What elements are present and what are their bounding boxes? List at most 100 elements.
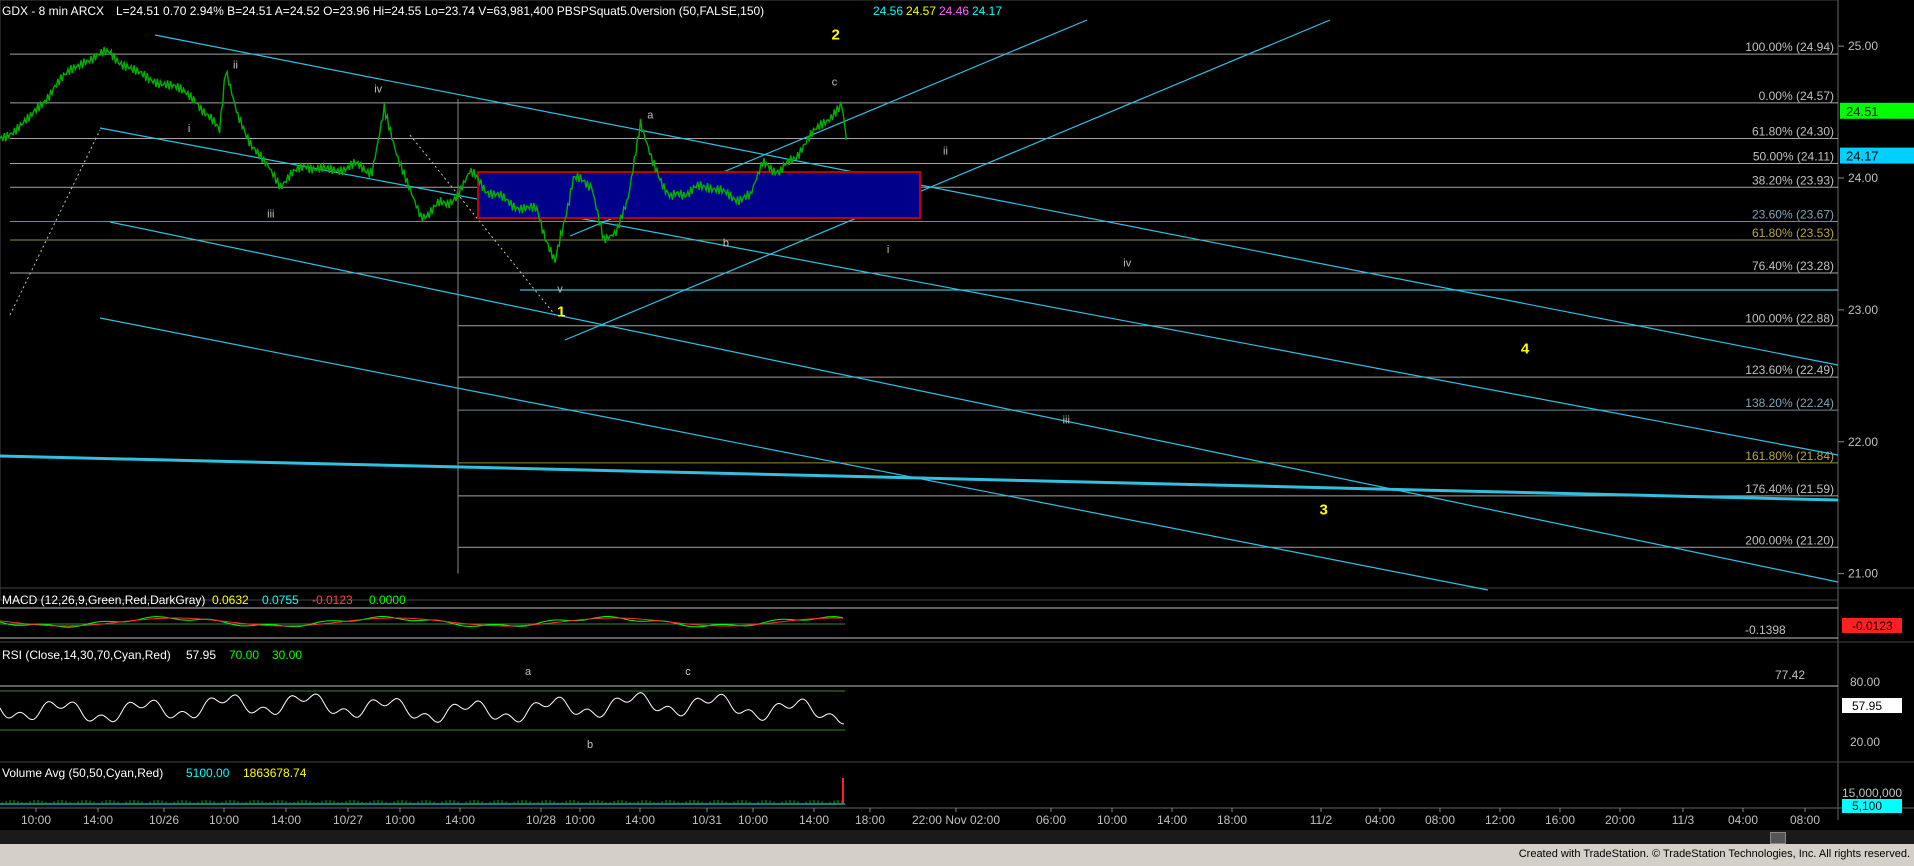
- time-tick: 10/31: [692, 813, 722, 827]
- time-tick: 14:00: [625, 813, 655, 827]
- header-indicator-value: 24.46: [939, 4, 969, 18]
- wave-label: iv: [374, 83, 382, 95]
- price-badge: 24.17: [1846, 149, 1879, 164]
- time-tick: 16:00: [1545, 813, 1575, 827]
- wave-label: i: [887, 244, 889, 256]
- wave-label: 1: [557, 303, 565, 320]
- wave-label: c: [832, 77, 838, 89]
- wave-label: ii: [233, 60, 238, 72]
- header-quote: L=24.51 0.70 2.94% B=24.51 A=24.52 O=23.…: [116, 4, 764, 18]
- rsi-value: 30.00: [272, 648, 302, 662]
- wave-label: v: [557, 284, 563, 296]
- wave-label: iv: [1123, 257, 1131, 269]
- wave-label: 3: [1320, 501, 1328, 518]
- time-scrollbar[interactable]: [0, 830, 1914, 844]
- fib-label: 38.20% (23.93): [1752, 173, 1834, 187]
- macd-badge: -0.0123: [1852, 619, 1893, 633]
- time-tick: 04:00: [1365, 813, 1395, 827]
- header-symbol: GDX - 8 min ARCX: [2, 4, 104, 18]
- fib-label: 61.80% (24.30): [1752, 124, 1834, 138]
- rsi-wave-label: c: [685, 666, 691, 678]
- time-tick: 14:00: [83, 813, 113, 827]
- wave-label: iii: [1063, 414, 1070, 426]
- target-box: [477, 171, 921, 219]
- header-indicator-value: 24.56: [873, 4, 903, 18]
- rsi-label: RSI (Close,14,30,70,Cyan,Red): [2, 648, 171, 662]
- rsi-tick-80: 80.00: [1850, 675, 1880, 689]
- time-tick: 18:00: [855, 813, 885, 827]
- wave-label: 2: [832, 27, 840, 44]
- wave-label: iii: [267, 209, 274, 221]
- time-tick: 14:00: [271, 813, 301, 827]
- macd-value: 0.0000: [369, 593, 406, 607]
- macd-axis-value: -0.1398: [1745, 623, 1786, 637]
- time-tick: 22:00 Nov 02:00: [912, 813, 1000, 827]
- volume-tick: 15,000,000: [1842, 786, 1902, 800]
- time-tick: 10:00: [1097, 813, 1127, 827]
- rsi-badge: 57.95: [1852, 699, 1882, 713]
- wave-label: b: [723, 238, 729, 250]
- rsi-tick-20: 20.00: [1850, 735, 1880, 749]
- wave-label: ii: [943, 145, 948, 157]
- time-tick: 18:00: [1217, 813, 1247, 827]
- wave-label: i: [188, 123, 190, 135]
- rsi-value: 70.00: [229, 648, 259, 662]
- time-tick: 11/2: [1310, 813, 1333, 827]
- rsi-axis-value: 77.42: [1775, 668, 1805, 682]
- fib-label: 0.00% (24.57): [1759, 89, 1834, 103]
- macd-value: -0.0123: [312, 593, 353, 607]
- time-tick: 10/26: [149, 813, 179, 827]
- scroll-thumb[interactable]: [1770, 832, 1786, 844]
- volume-value: 1863678.74: [243, 766, 307, 780]
- macd-label: MACD (12,26,9,Green,Red,DarkGray): [2, 593, 205, 607]
- time-tick: 10/28: [526, 813, 556, 827]
- fib-label: 176.40% (21.59): [1745, 482, 1834, 496]
- fib-label: 100.00% (24.94): [1745, 40, 1834, 54]
- price-tick: 21.00: [1848, 567, 1878, 581]
- time-tick: 10/27: [333, 813, 363, 827]
- price-tick: 24.00: [1848, 171, 1878, 185]
- fib-label: 200.00% (21.20): [1745, 533, 1834, 547]
- time-tick: 04:00: [1728, 813, 1758, 827]
- time-tick: 11/3: [1672, 813, 1695, 827]
- fib-label: 76.40% (23.28): [1752, 259, 1834, 273]
- time-tick: 10:00: [385, 813, 415, 827]
- time-tick: 14:00: [1157, 813, 1187, 827]
- time-tick: 10:00: [209, 813, 239, 827]
- wave-label: 4: [1521, 340, 1530, 357]
- volume-label: Volume Avg (50,50,Cyan,Red): [2, 766, 163, 780]
- header-indicator-value: 24.57: [906, 4, 936, 18]
- time-tick: 14:00: [445, 813, 475, 827]
- price-tick: 22.00: [1848, 435, 1878, 449]
- rsi-wave-label: b: [587, 739, 593, 751]
- fib-label: 23.60% (23.67): [1752, 208, 1834, 222]
- time-tick: 08:00: [1425, 813, 1455, 827]
- macd-value: 0.0632: [212, 593, 249, 607]
- rsi-wave-label: a: [525, 666, 532, 678]
- fib-label: 161.80% (21.84): [1745, 449, 1834, 463]
- time-tick: 10:00: [565, 813, 595, 827]
- price-tick: 23.00: [1848, 303, 1878, 317]
- fib-label: 61.80% (23.53): [1752, 226, 1834, 240]
- volume-value: 5100.00: [186, 766, 230, 780]
- time-tick: 20:00: [1605, 813, 1635, 827]
- chart-background: [0, 0, 1914, 866]
- time-tick: 10:00: [738, 813, 768, 827]
- fib-label: 100.00% (22.88): [1745, 312, 1834, 326]
- fib-label: 138.20% (22.24): [1745, 396, 1834, 410]
- header-indicator-value: 24.17: [972, 4, 1002, 18]
- wave-label: a: [647, 110, 654, 122]
- price-badge: 24.51: [1846, 104, 1879, 119]
- rsi-value: 57.95: [186, 648, 216, 662]
- time-tick: 10:00: [21, 813, 51, 827]
- volume-badge: 5,100: [1852, 799, 1882, 813]
- fib-label: 50.00% (24.11): [1753, 150, 1834, 164]
- time-tick: 06:00: [1036, 813, 1066, 827]
- price-tick: 25.00: [1848, 39, 1878, 53]
- fib-label: 123.60% (22.49): [1745, 363, 1834, 377]
- time-tick: 14:00: [799, 813, 829, 827]
- footer-credit: Created with TradeStation. © TradeStatio…: [1518, 848, 1910, 860]
- macd-value: 0.0755: [262, 593, 299, 607]
- time-tick: 08:00: [1790, 813, 1820, 827]
- footer-bar: Created with TradeStation. © TradeStatio…: [0, 844, 1914, 866]
